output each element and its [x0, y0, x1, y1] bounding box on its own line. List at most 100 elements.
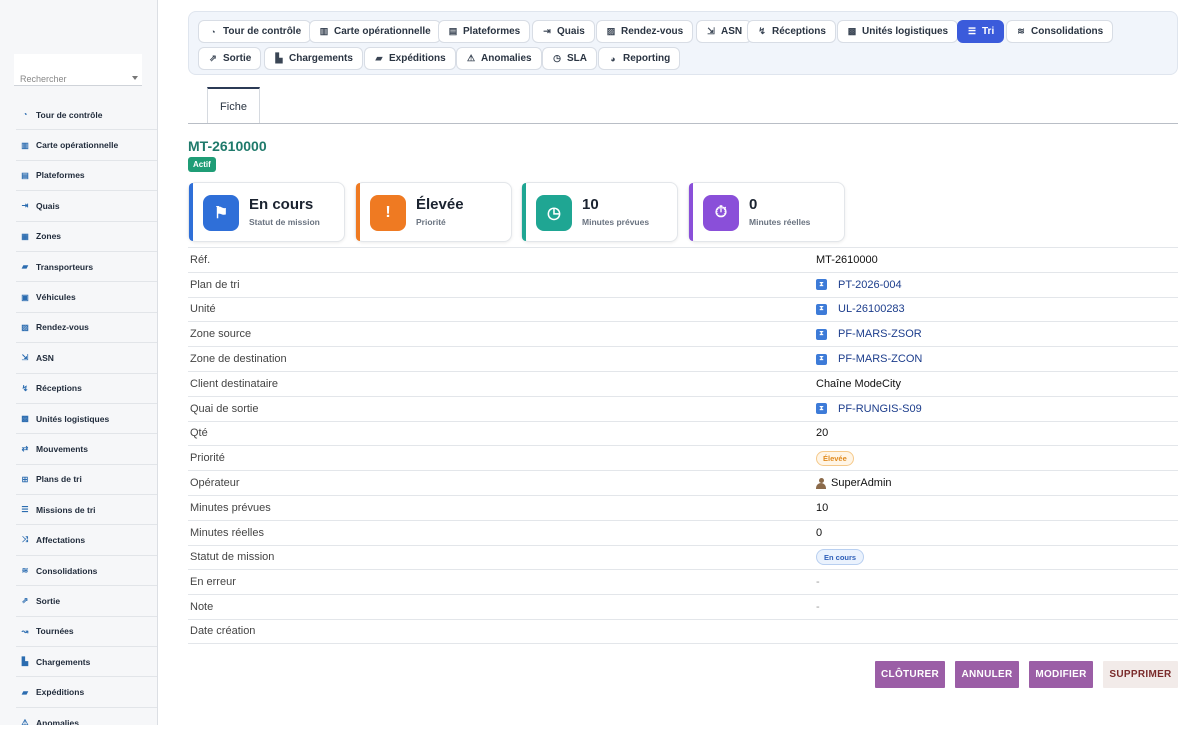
tab-carte-op-rationnelle[interactable]: ▥ Carte opérationnelle	[309, 20, 441, 43]
sidebar-item[interactable]: ▩ Unités logistiques	[16, 404, 157, 435]
field-value: SuperAdmin	[816, 477, 892, 489]
table-row: Client destinataire Chaîne ModeCity	[188, 370, 1178, 396]
field-link-text[interactable]: PT-2026-004	[838, 279, 902, 291]
tab-unit-s-logistiques[interactable]: ▩ Unités logistiques	[837, 20, 959, 43]
field-label: Minutes réelles	[190, 526, 264, 539]
sidebar-search-select[interactable]: Rechercher	[14, 54, 142, 86]
dolly-icon: ↯	[758, 26, 766, 36]
sidebar-item-label: Expéditions	[36, 687, 85, 698]
tab-consolidations[interactable]: ≋ Consolidations	[1006, 20, 1114, 43]
sidebar-item-label: Chargements	[36, 656, 91, 667]
field-label: Note	[190, 601, 214, 614]
tab-reporting[interactable]: ◕ Reporting	[598, 47, 681, 70]
field-label: Date création	[190, 625, 256, 638]
field-link[interactable]: ⧗ PF-MARS-ZSOR	[816, 328, 922, 340]
status-badge: Actif	[188, 157, 216, 172]
tab-plateformes[interactable]: ▤ Plateformes	[438, 20, 531, 43]
sidebar-item[interactable]: ▣ Véhicules	[16, 282, 157, 313]
sidebar-item[interactable]: ▥ Carte opérationnelle	[16, 130, 157, 161]
tab-r-ceptions[interactable]: ↯ Réceptions	[747, 20, 836, 43]
sidebar-item[interactable]: ▰ Transporteurs	[16, 252, 157, 283]
tab-label: Reporting	[623, 53, 671, 64]
cancel-button[interactable]: ANNULER	[955, 661, 1019, 688]
tab-quais[interactable]: ⇥ Quais	[532, 20, 595, 43]
card-label: Minutes réelles	[749, 217, 811, 227]
tab-anomalies[interactable]: ⚠ Anomalies	[456, 47, 542, 70]
sidebar-item[interactable]: ▤ Plateformes	[16, 161, 157, 192]
exclamation-icon: !	[370, 195, 406, 231]
tab-fiche[interactable]: Fiche	[207, 87, 260, 124]
tab-exp-ditions[interactable]: ▰ Expéditions	[364, 47, 456, 70]
sidebar-item[interactable]: ⤨ Affectations	[16, 525, 157, 556]
tab-asn[interactable]: ⇲ ASN	[696, 20, 753, 43]
table-row: Zone source ⧗ PF-MARS-ZSOR	[188, 321, 1178, 346]
delete-button[interactable]: SUPPRIMER	[1103, 661, 1178, 688]
card-accent-bar	[356, 183, 360, 241]
shipping-icon: ▰	[375, 53, 383, 63]
record-link-icon: ⧗	[816, 279, 827, 291]
sidebar-item[interactable]: ⇲ ASN	[16, 343, 157, 374]
field-link-text[interactable]: PF-RUNGIS-S09	[838, 403, 922, 415]
gauge-icon: ◔	[22, 110, 28, 120]
sidebar-item-label: Carte opérationnelle	[36, 140, 119, 151]
sidebar-item[interactable]: ⊞ Plans de tri	[16, 465, 157, 496]
sidebar-item[interactable]: ⚠ Anomalies	[16, 708, 157, 726]
edit-button[interactable]: MODIFIER	[1029, 661, 1093, 688]
list-icon: ☰	[967, 26, 977, 36]
field-value: 0	[816, 526, 823, 539]
table-row: Minutes réelles 0	[188, 519, 1178, 545]
tab-tri[interactable]: ☰ Tri	[957, 20, 1005, 43]
field-value: Élevée	[816, 450, 854, 466]
record-link-icon: ⧗	[816, 353, 827, 365]
close-button[interactable]: CLÔTURER	[875, 661, 945, 688]
sidebar-item[interactable]: ⇗ Sortie	[16, 586, 157, 617]
field-value: MT-2610000	[816, 253, 878, 266]
card-value: 10	[582, 196, 599, 213]
tab-label: Sortie	[223, 53, 252, 64]
tab-chargements[interactable]: ▙ Chargements	[264, 47, 363, 70]
sidebar-item[interactable]: ▰ Expéditions	[16, 677, 157, 708]
tab-label: SLA	[567, 53, 587, 64]
chevron-down-icon[interactable]	[132, 76, 138, 80]
sidebar-item-label: Véhicules	[36, 292, 76, 303]
tab-label: Tri	[982, 26, 995, 37]
warehouse-icon: ▤	[448, 26, 458, 36]
field-link[interactable]: ⧗ PF-RUNGIS-S09	[816, 403, 922, 415]
sidebar-item[interactable]: ☰ Missions de tri	[16, 495, 157, 526]
tab-label: ASN	[721, 26, 743, 37]
card-label: Priorité	[416, 217, 446, 227]
field-link-text[interactable]: PF-MARS-ZCON	[838, 353, 922, 365]
field-link-text[interactable]: UL-26100283	[838, 303, 905, 315]
shuffle-icon: ⤨	[21, 535, 29, 545]
sidebar-item[interactable]: ↯ Réceptions	[16, 374, 157, 404]
tab-sortie[interactable]: ⇗ Sortie	[198, 47, 262, 70]
sidebar-item-label: Anomalies	[36, 717, 79, 726]
tab-sla[interactable]: ◷ SLA	[542, 47, 597, 70]
sidebar-item[interactable]: ▙ Chargements	[16, 647, 157, 678]
field-value: En cours	[816, 549, 865, 566]
tab-label: Quais	[557, 26, 585, 37]
tab-tour-de-contr-le[interactable]: ◔ Tour de contrôle	[198, 20, 312, 43]
table-row: Unité ⧗ UL-26100283	[188, 296, 1178, 322]
field-link[interactable]: ⧗ PT-2026-004	[816, 279, 902, 291]
field-label: Zone source	[190, 328, 252, 341]
field-label: Qté	[190, 427, 208, 440]
sidebar-item[interactable]: ◔ Tour de contrôle	[16, 100, 157, 131]
card-value: 0	[749, 196, 758, 213]
sidebar-item[interactable]: ⇥ Quais	[16, 191, 157, 222]
field-link-text[interactable]: PF-MARS-ZSOR	[838, 328, 922, 340]
tab-label: Réceptions	[772, 26, 826, 37]
sidebar-item[interactable]: ▦ Zones	[16, 222, 157, 252]
sidebar-item[interactable]: ⇄ Mouvements	[16, 434, 157, 465]
card-accent-bar	[189, 183, 193, 241]
sidebar-item[interactable]: ▨ Rendez-vous	[16, 313, 157, 344]
sidebar-item[interactable]: ↝ Tournées	[16, 617, 157, 648]
grid-icon: ▦	[21, 231, 29, 241]
loading-icon: ▙	[21, 657, 29, 667]
table-row: Réf. MT-2610000	[188, 247, 1178, 272]
sidebar-item[interactable]: ≋ Consolidations	[16, 556, 157, 587]
tab-rendez-vous[interactable]: ▨ Rendez-vous	[596, 20, 694, 43]
field-link[interactable]: ⧗ UL-26100283	[816, 303, 905, 315]
table-row: Qté 20	[188, 420, 1178, 446]
field-link[interactable]: ⧗ PF-MARS-ZCON	[816, 353, 922, 365]
